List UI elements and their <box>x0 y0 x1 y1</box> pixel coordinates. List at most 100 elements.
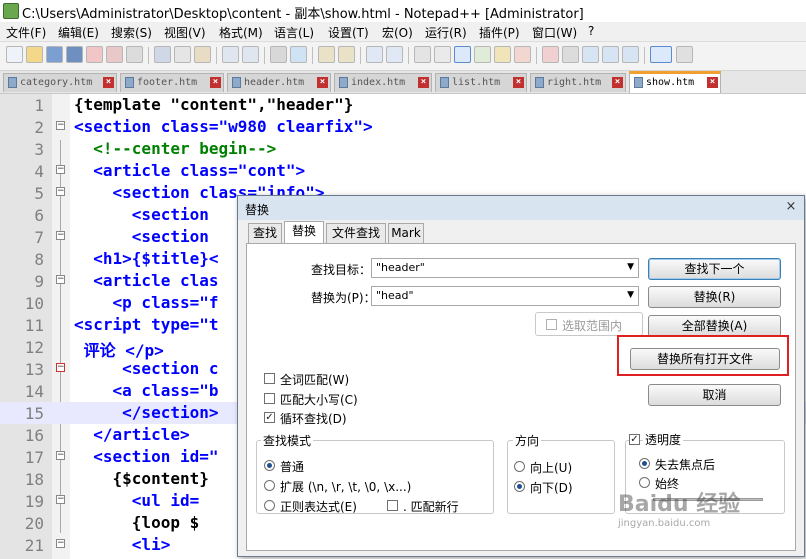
user-language-icon[interactable] <box>474 46 491 63</box>
menu-help[interactable]: ? <box>588 24 594 38</box>
show-all-chars-icon[interactable] <box>434 46 451 63</box>
tab-label: category.htm <box>20 77 93 88</box>
close-icon[interactable]: × <box>210 77 221 88</box>
save-icon[interactable] <box>46 46 63 63</box>
menu-edit[interactable]: 编辑(E) <box>58 24 99 41</box>
fold-collapse-icon[interactable]: − <box>56 187 65 196</box>
tab-find-in-files[interactable]: 文件查找 <box>326 223 386 243</box>
close-icon[interactable]: × <box>103 77 114 88</box>
menu-run[interactable]: 运行(R) <box>425 24 467 41</box>
fold-collapse-icon[interactable]: − <box>56 363 65 372</box>
menu-window[interactable]: 窗口(W) <box>532 24 577 41</box>
dialog-title-bar[interactable]: 替换 × <box>238 196 804 220</box>
replace-button[interactable]: 替换(R) <box>648 286 781 308</box>
menu-format[interactable]: 格式(M) <box>219 24 263 41</box>
tab-header[interactable]: header.htm × <box>227 73 331 92</box>
fold-collapse-icon[interactable]: − <box>56 539 65 548</box>
close-file-icon[interactable] <box>86 46 103 63</box>
menu-file[interactable]: 文件(F) <box>6 24 46 41</box>
tab-show[interactable]: show.htm × <box>629 71 721 93</box>
fold-collapse-icon[interactable]: − <box>56 451 65 460</box>
indent-guide-icon[interactable] <box>454 46 471 63</box>
tab-footer[interactable]: footer.htm × <box>120 73 224 92</box>
in-selection-checkbox[interactable] <box>546 319 557 330</box>
close-icon[interactable]: × <box>784 200 798 214</box>
close-icon[interactable]: × <box>707 77 718 88</box>
line-number: 8 <box>34 250 44 269</box>
chevron-down-icon[interactable]: ▼ <box>627 262 634 272</box>
fold-collapse-icon[interactable]: − <box>56 121 65 130</box>
open-file-icon[interactable] <box>26 46 43 63</box>
doc-map-icon[interactable] <box>494 46 511 63</box>
run-macro-multiple-icon[interactable] <box>602 46 619 63</box>
zoom-in-icon[interactable] <box>318 46 335 63</box>
print-icon[interactable] <box>126 46 143 63</box>
new-file-icon[interactable] <box>6 46 23 63</box>
menu-view[interactable]: 视图(V) <box>164 24 206 41</box>
find-icon[interactable] <box>270 46 287 63</box>
record-macro-icon[interactable] <box>542 46 559 63</box>
find-input[interactable]: "header" ▼ <box>371 258 639 278</box>
close-icon[interactable]: × <box>317 77 328 88</box>
menu-settings[interactable]: 设置(T) <box>328 24 369 41</box>
copy-icon[interactable] <box>174 46 191 63</box>
close-all-icon[interactable] <box>106 46 123 63</box>
mode-extended-radio[interactable] <box>264 480 275 491</box>
save-all-icon[interactable] <box>66 46 83 63</box>
cancel-button[interactable]: 取消 <box>648 384 781 406</box>
chevron-down-icon[interactable]: ▼ <box>627 290 634 300</box>
redo-icon[interactable] <box>242 46 259 63</box>
undo-icon[interactable] <box>222 46 239 63</box>
tab-replace[interactable]: 替换 <box>284 221 324 244</box>
fold-collapse-icon[interactable]: − <box>56 275 65 284</box>
title-bar: C:\Users\Administrator\Desktop\content -… <box>0 0 806 23</box>
transparency-checkbox[interactable]: ✓ <box>629 434 640 445</box>
close-icon[interactable]: × <box>612 77 623 88</box>
tab-index[interactable]: index.htm × <box>334 73 432 92</box>
tab-find[interactable]: 查找 <box>248 223 282 243</box>
line-number: 3 <box>34 140 44 159</box>
replace-icon[interactable] <box>290 46 307 63</box>
direction-up-radio[interactable] <box>514 461 525 472</box>
play-macro-icon[interactable] <box>582 46 599 63</box>
whole-word-checkbox[interactable] <box>264 373 275 384</box>
direction-group <box>507 440 615 514</box>
direction-down-radio[interactable] <box>514 481 525 492</box>
mode-normal-radio[interactable] <box>264 460 275 471</box>
zoom-out-icon[interactable] <box>338 46 355 63</box>
find-next-button[interactable]: 查找下一个 <box>648 258 781 280</box>
tab-mark[interactable]: Mark <box>388 223 424 243</box>
mode-regex-radio[interactable] <box>264 500 275 511</box>
dot-newline-checkbox[interactable] <box>387 500 398 511</box>
replace-all-button[interactable]: 全部替换(A) <box>648 315 781 337</box>
spell-check-icon[interactable] <box>650 46 672 63</box>
wrap-around-checkbox[interactable]: ✓ <box>264 412 275 423</box>
code-line: 4 − <article class="cont"> <box>0 160 806 182</box>
sync-horizontal-icon[interactable] <box>386 46 403 63</box>
word-wrap-icon[interactable] <box>414 46 431 63</box>
spell-options-icon[interactable] <box>676 46 693 63</box>
on-lose-focus-label: 失去焦点后 <box>655 458 716 472</box>
code-text: <section class="w980 clearfix"> <box>74 117 373 136</box>
match-case-checkbox[interactable] <box>264 393 275 404</box>
fold-collapse-icon[interactable]: − <box>56 231 65 240</box>
menu-search[interactable]: 搜索(S) <box>111 24 152 41</box>
close-icon[interactable]: × <box>418 77 429 88</box>
replace-input[interactable]: "head" ▼ <box>371 286 639 306</box>
tab-right[interactable]: right.htm × <box>530 73 626 92</box>
paste-icon[interactable] <box>194 46 211 63</box>
menu-language[interactable]: 语言(L) <box>274 24 314 41</box>
stop-macro-icon[interactable] <box>562 46 579 63</box>
tab-list[interactable]: list.htm × <box>435 73 527 92</box>
tab-category[interactable]: category.htm × <box>3 73 117 92</box>
cut-icon[interactable] <box>154 46 171 63</box>
fold-collapse-icon[interactable]: − <box>56 165 65 174</box>
function-list-icon[interactable] <box>514 46 531 63</box>
on-lose-focus-radio[interactable] <box>639 458 650 469</box>
fold-collapse-icon[interactable]: − <box>56 495 65 504</box>
menu-macro[interactable]: 宏(O) <box>382 24 413 41</box>
sync-vertical-icon[interactable] <box>366 46 383 63</box>
close-icon[interactable]: × <box>513 77 524 88</box>
menu-plugins[interactable]: 插件(P) <box>479 24 520 41</box>
save-macro-icon[interactable] <box>622 46 639 63</box>
